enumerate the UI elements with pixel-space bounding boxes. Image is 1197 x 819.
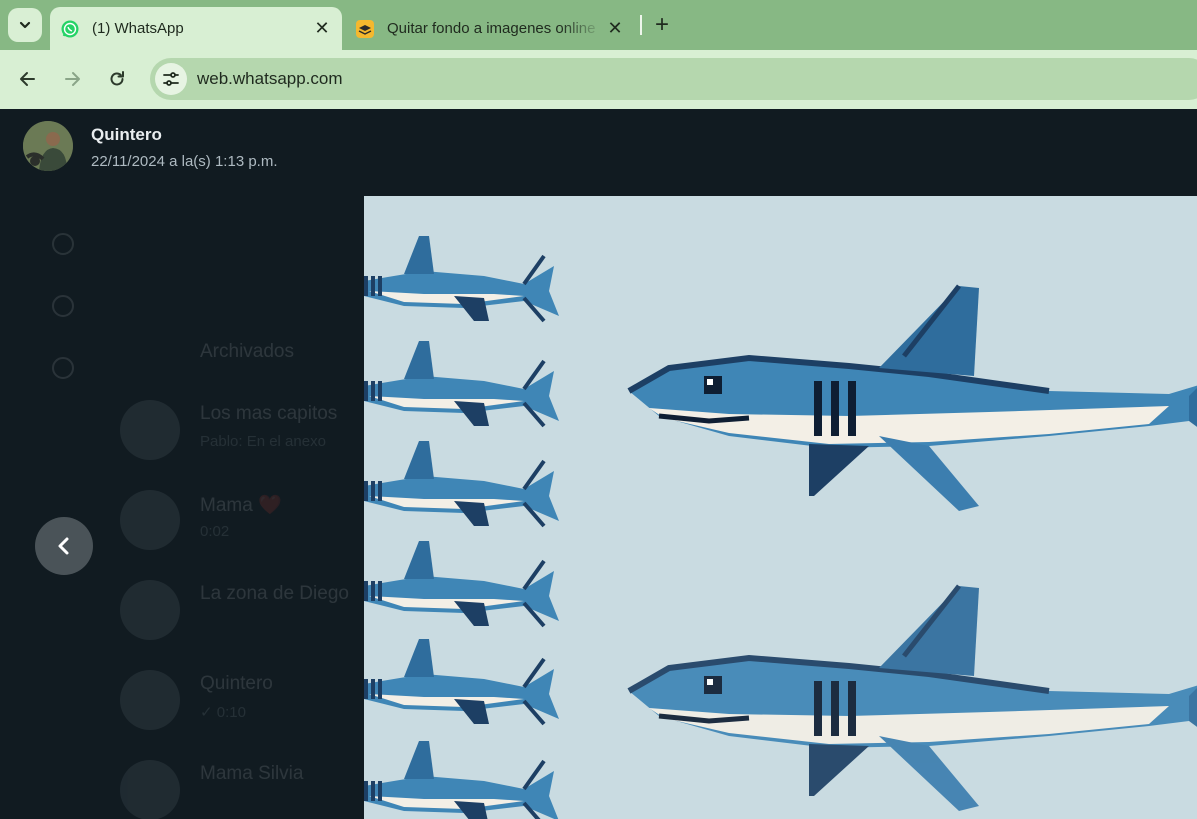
layers-icon bbox=[355, 19, 375, 39]
chat-row: Mama Silvia bbox=[120, 755, 364, 819]
chevron-left-icon bbox=[58, 537, 69, 555]
site-info-button[interactable] bbox=[155, 63, 187, 95]
chat-name: Mama Silvia bbox=[200, 763, 304, 784]
avatar bbox=[120, 490, 180, 550]
reload-button[interactable] bbox=[100, 62, 134, 96]
forward-button[interactable] bbox=[55, 62, 89, 96]
chat-preview: 0:02 bbox=[200, 523, 230, 540]
chat-row: Los mas capitos Pablo: En el anexo bbox=[120, 395, 364, 465]
chat-name: La zona de Diego bbox=[200, 583, 349, 604]
avatar bbox=[120, 580, 180, 640]
chevron-down-icon bbox=[19, 21, 31, 29]
media-image[interactable] bbox=[364, 196, 1197, 819]
tune-icon bbox=[163, 72, 179, 86]
message-timestamp: 22/11/2024 a la(s) 1:13 p.m. bbox=[91, 153, 278, 170]
background-chat-list: Archivados Los mas capitos Pablo: En el … bbox=[0, 195, 364, 819]
channels-icon bbox=[52, 295, 74, 317]
new-tab-button[interactable]: + bbox=[648, 10, 676, 40]
tab-close-button[interactable]: ✕ bbox=[603, 17, 627, 41]
media-viewer: Quintero 22/11/2024 a la(s) 1:13 p.m. Ar… bbox=[0, 109, 1197, 819]
tab-separator bbox=[640, 15, 642, 35]
whatsapp-icon bbox=[60, 19, 80, 39]
browser-toolbar: web.whatsapp.com bbox=[0, 50, 1197, 109]
chat-name: Los mas capitos bbox=[200, 403, 338, 424]
tab-search-button[interactable] bbox=[8, 8, 42, 42]
media-viewer-header: Quintero 22/11/2024 a la(s) 1:13 p.m. bbox=[0, 109, 1197, 195]
avatar[interactable] bbox=[23, 121, 73, 171]
avatar bbox=[120, 400, 180, 460]
arrow-left-icon bbox=[20, 72, 35, 86]
avatar bbox=[120, 670, 180, 730]
arrow-right-icon bbox=[65, 72, 80, 86]
reload-icon bbox=[110, 71, 124, 86]
archived-label: Archivados bbox=[200, 341, 294, 362]
tab-title: Quitar fondo a imagenes online bbox=[387, 20, 596, 37]
chat-preview: Pablo: En el anexo bbox=[200, 433, 326, 450]
status-icon bbox=[52, 233, 74, 255]
url-text: web.whatsapp.com bbox=[197, 69, 343, 88]
communities-icon bbox=[52, 357, 74, 379]
browser-tabbar: (1) WhatsApp ✕ Quitar fondo a imagenes o… bbox=[0, 0, 1197, 50]
shark-pixel-art-image bbox=[364, 196, 1197, 819]
chat-row: La zona de Diego bbox=[120, 575, 364, 645]
tab-title: (1) WhatsApp bbox=[92, 20, 184, 37]
address-bar[interactable]: web.whatsapp.com bbox=[150, 58, 1197, 100]
sender-name: Quintero bbox=[91, 125, 162, 144]
chat-row: Mama ❤️ 0:02 bbox=[120, 485, 364, 555]
tab-whatsapp[interactable]: (1) WhatsApp ✕ bbox=[50, 7, 342, 50]
chat-name: Quintero bbox=[200, 673, 273, 694]
back-button[interactable] bbox=[11, 62, 45, 96]
avatar bbox=[120, 760, 180, 819]
tab-quitar-fondo[interactable]: Quitar fondo a imagenes online ✕ bbox=[345, 7, 635, 50]
chat-row: Quintero ✓ 0:10 bbox=[120, 665, 364, 735]
previous-media-button[interactable] bbox=[35, 517, 93, 575]
tab-close-button[interactable]: ✕ bbox=[310, 17, 334, 41]
chat-name: Mama ❤️ bbox=[200, 495, 282, 516]
chat-preview: ✓ 0:10 bbox=[200, 704, 246, 721]
